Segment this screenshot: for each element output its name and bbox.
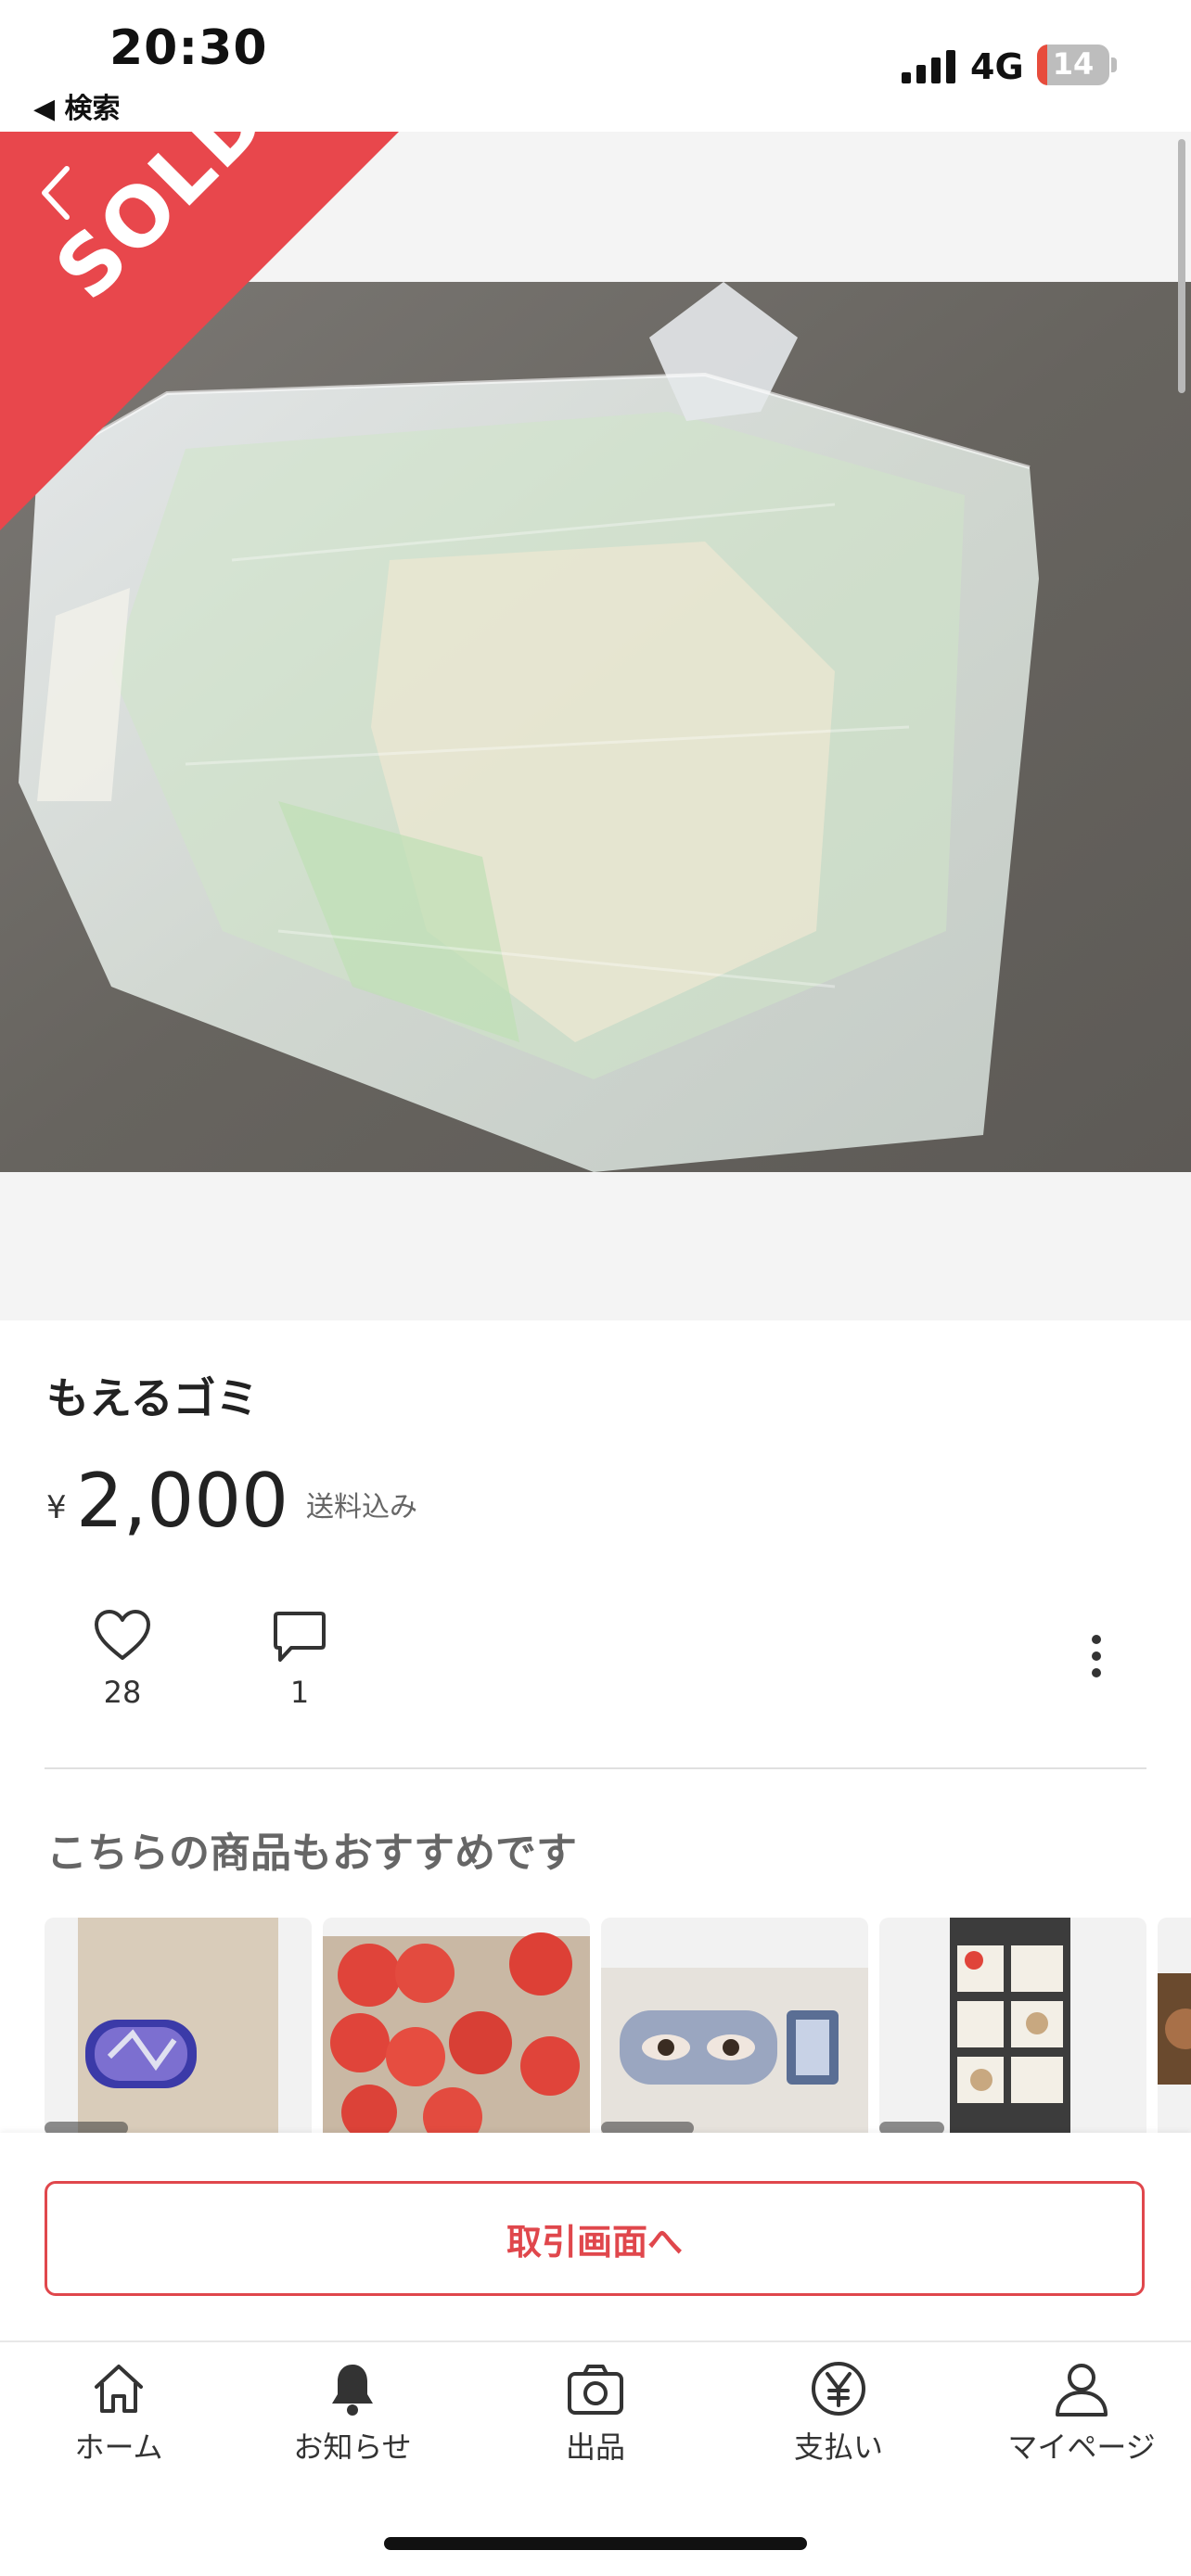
recommendation-card[interactable] [45, 1918, 312, 2135]
heart-icon[interactable] [93, 1608, 152, 1662]
shipping-note: 送料込み [306, 1491, 417, 1524]
recommendation-card[interactable] [1158, 1918, 1191, 2135]
bell-icon [332, 2365, 373, 2416]
product-title: もえるゴミ [46, 1373, 259, 1423]
tab-label: 出品 [565, 2429, 625, 2465]
recommendation-thumbnail [323, 1932, 590, 2135]
recommendation-thumbnail [1158, 1973, 1191, 2085]
back-chevron-icon[interactable] [37, 163, 74, 223]
more-options-icon[interactable] [1083, 1634, 1109, 1678]
yen-icon [812, 2362, 865, 2416]
recommendation-card[interactable] [879, 1918, 1146, 2135]
battery-level: 14 [1052, 46, 1095, 82]
tab-label: ホーム [74, 2429, 163, 2465]
tab-payment[interactable]: 支払い [720, 2359, 957, 2470]
recommendation-thumbnail [601, 1968, 868, 2135]
recommendation-thumbnail [45, 1918, 278, 2135]
comment-count: 1 [289, 1675, 310, 1710]
home-icon [95, 2365, 143, 2413]
recommendation-thumbnail [879, 1918, 1070, 2135]
trade-screen-button[interactable]: 取引画面へ [45, 2181, 1145, 2296]
tab-label: マイページ [1007, 2429, 1156, 2465]
tab-sell[interactable]: 出品 [477, 2359, 714, 2470]
recommendation-list[interactable] [45, 1918, 1191, 2135]
tab-label: 支払い [793, 2429, 883, 2465]
tab-notifications[interactable]: お知らせ [234, 2359, 471, 2470]
recommendations-heading: こちらの商品もおすすめです [46, 1830, 577, 1877]
price-currency: ¥ [46, 1489, 67, 1526]
recommendation-card[interactable] [323, 1918, 590, 2135]
tab-mypage[interactable]: マイページ [963, 2359, 1191, 2470]
product-price: 2,000 [76, 1458, 289, 1544]
tab-label: お知らせ [293, 2429, 412, 2465]
scroll-indicator[interactable] [1178, 139, 1185, 393]
tab-bar-divider [0, 2340, 1191, 2342]
divider [45, 1767, 1146, 1769]
status-time: 20:30 [109, 20, 268, 76]
person-icon [1056, 2364, 1108, 2417]
comment-icon[interactable] [273, 1610, 327, 1665]
signal-icon [902, 50, 955, 83]
back-to-search-link[interactable]: ◀ 検索 [33, 85, 121, 126]
camera-icon [568, 2365, 623, 2415]
like-count: 28 [103, 1675, 142, 1710]
tab-home[interactable]: ホーム [0, 2359, 237, 2470]
network-type: 4G [970, 46, 1024, 87]
recommendation-card[interactable] [601, 1918, 868, 2135]
battery-tip [1111, 57, 1117, 72]
home-indicator [384, 2537, 807, 2550]
battery-icon: 14 [1037, 45, 1109, 85]
